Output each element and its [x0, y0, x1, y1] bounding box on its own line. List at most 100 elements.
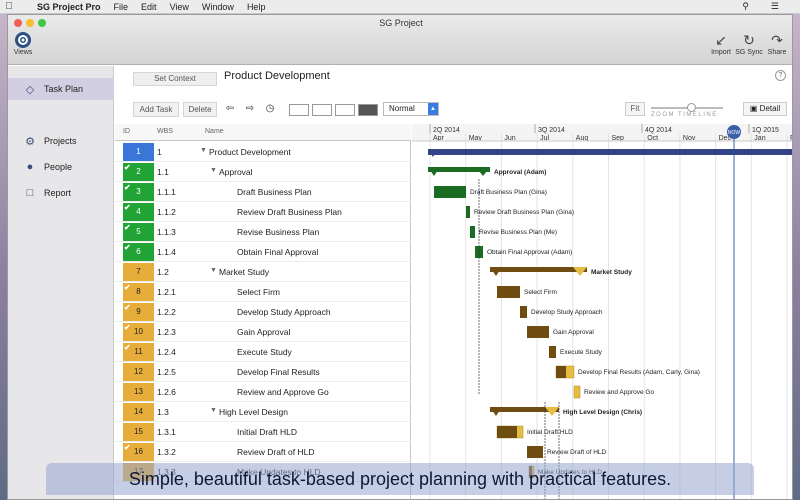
task-name[interactable]: Execute Study: [237, 347, 292, 357]
task-id-cell[interactable]: ✔ 3: [123, 183, 154, 201]
task-id-cell[interactable]: 1: [123, 143, 154, 161]
menu-app-name[interactable]: SG Project Pro: [37, 2, 101, 12]
task-id-cell[interactable]: ✔ 2: [123, 163, 154, 181]
checkmark-icon: ✔: [124, 323, 131, 332]
task-name[interactable]: Revise Business Plan: [237, 227, 319, 237]
disclosure-triangle-icon[interactable]: ▼: [210, 407, 217, 414]
column-wbs[interactable]: WBS: [157, 128, 173, 135]
task-bar: [573, 385, 581, 399]
sidebar-item-task-plan[interactable]: ◇ Task Plan: [8, 78, 114, 100]
task-id-cell[interactable]: 13: [123, 383, 154, 401]
disclosure-triangle-icon[interactable]: ▼: [210, 267, 217, 274]
task-name[interactable]: Review Draft Business Plan: [237, 207, 342, 217]
clock-icon[interactable]: ◷: [264, 102, 276, 117]
task-id-cell[interactable]: ✔ 4: [123, 203, 154, 221]
gantt-timeline[interactable]: 2Q 2014 3Q 2014 4Q 2014 1Q 2015Apr May Jun Jul…: [412, 124, 793, 500]
column-name[interactable]: Name: [205, 128, 224, 135]
add-task-button[interactable]: Add Task: [133, 102, 179, 117]
task-name[interactable]: Develop Final Results: [237, 367, 320, 377]
sidebar-item-people[interactable]: ● People: [8, 156, 114, 178]
table-row[interactable]: 1 1 ▼ Product Development: [115, 142, 411, 162]
outdent-arrow-icon[interactable]: ⇦: [223, 102, 237, 117]
task-id-cell[interactable]: ✔ 11: [123, 343, 154, 361]
view-select[interactable]: Normal ▲: [383, 102, 439, 116]
task-id-cell[interactable]: ✔ 8: [123, 283, 154, 301]
table-row[interactable]: 13 1.2.6 Review and Approve Go: [115, 382, 411, 402]
task-name[interactable]: Review Draft of HLD: [237, 447, 314, 457]
task-id: 5: [136, 227, 141, 236]
table-row[interactable]: ✔ 16 1.3.2 Review Draft of HLD: [115, 442, 411, 462]
bar-label: Develop Final Results (Adam, Carly, Gina…: [578, 369, 700, 376]
task-name[interactable]: Draft Business Plan: [237, 187, 312, 197]
view-mode-1-button[interactable]: [289, 104, 309, 116]
task-name[interactable]: Approval: [219, 167, 253, 177]
task-progress-bar: [520, 306, 527, 318]
table-row[interactable]: ✔ 11 1.2.4 Execute Study: [115, 342, 411, 362]
task-id-cell[interactable]: 14: [123, 403, 154, 421]
task-id-cell[interactable]: 12: [123, 363, 154, 381]
table-row[interactable]: ✔ 8 1.2.1 Select Firm: [115, 282, 411, 302]
table-row[interactable]: ✔ 5 1.1.3 Revise Business Plan: [115, 222, 411, 242]
detail-label: Detail: [759, 104, 781, 113]
task-id-cell[interactable]: 15: [123, 423, 154, 441]
task-name[interactable]: Develop Study Approach: [237, 307, 331, 317]
sync-label: SG Sync: [735, 49, 763, 56]
help-button[interactable]: ?: [775, 70, 786, 81]
task-name[interactable]: Gain Approval: [237, 327, 290, 337]
view-mode-gantt-button[interactable]: [358, 104, 378, 116]
task-id-cell[interactable]: ✔ 16: [123, 443, 154, 461]
column-id[interactable]: ID: [123, 128, 130, 135]
table-row[interactable]: ✔ 2 1.1 ▼ Approval: [115, 162, 411, 182]
sidebar-item-report[interactable]: □ Report: [8, 182, 114, 204]
view-mode-3-button[interactable]: [335, 104, 355, 116]
task-name[interactable]: Initial Draft HLD: [237, 427, 297, 437]
table-row[interactable]: ✔ 10 1.2.3 Gain Approval: [115, 322, 411, 342]
zoom-slider-handle[interactable]: [687, 103, 696, 112]
sidebar: ◇ Task Plan ⚙ Projects ● People □ Report: [8, 66, 114, 499]
views-button[interactable]: Views: [8, 31, 40, 56]
set-context-button[interactable]: Set Context: [133, 72, 217, 86]
task-name[interactable]: Review and Approve Go: [237, 387, 329, 397]
menu-help[interactable]: Help: [247, 2, 266, 12]
task-name[interactable]: Obtain Final Approval: [237, 247, 318, 257]
sidebar-item-label: People: [44, 162, 73, 172]
table-row[interactable]: ✔ 4 1.1.2 Review Draft Business Plan: [115, 202, 411, 222]
detail-button[interactable]: ▣ Detail: [743, 102, 787, 116]
view-mode-2-button[interactable]: [312, 104, 332, 116]
menu-view[interactable]: View: [170, 2, 189, 12]
table-row[interactable]: 15 1.3.1 Initial Draft HLD: [115, 422, 411, 442]
menu-window[interactable]: Window: [202, 2, 234, 12]
apple-icon[interactable]: : [0, 1, 18, 12]
task-name[interactable]: Select Firm: [237, 287, 280, 297]
disclosure-triangle-icon[interactable]: ▼: [200, 147, 207, 154]
table-row[interactable]: ✔ 9 1.2.2 Develop Study Approach: [115, 302, 411, 322]
task-id-cell[interactable]: ✔ 5: [123, 223, 154, 241]
sidebar-item-projects[interactable]: ⚙ Projects: [8, 130, 114, 152]
delete-button[interactable]: Delete: [183, 102, 217, 117]
menu-file[interactable]: File: [114, 2, 129, 12]
search-icon[interactable]: ⚲: [742, 1, 749, 12]
task-id-cell[interactable]: ✔ 6: [123, 243, 154, 261]
disclosure-triangle-icon[interactable]: ▼: [210, 167, 217, 174]
chevron-updown-icon: ▲: [428, 103, 438, 115]
task-id-cell[interactable]: ✔ 9: [123, 303, 154, 321]
task-name[interactable]: Product Development: [209, 147, 291, 157]
indent-arrow-icon[interactable]: ⇨: [243, 102, 257, 117]
task-name[interactable]: Market Study: [219, 267, 269, 277]
share-button[interactable]: ↷ Share: [760, 31, 792, 56]
table-row[interactable]: 7 1.2 ▼ Market Study: [115, 262, 411, 282]
task-id-cell[interactable]: 7: [123, 263, 154, 281]
task-name[interactable]: High Level Design: [219, 407, 288, 417]
task-wbs: 1.2.5: [157, 367, 176, 377]
task-id-cell[interactable]: ✔ 10: [123, 323, 154, 341]
table-row[interactable]: 14 1.3 ▼ High Level Design: [115, 402, 411, 422]
table-row[interactable]: ✔ 3 1.1.1 Draft Business Plan: [115, 182, 411, 202]
bar-label: Obtain Final Approval (Adam): [487, 249, 572, 256]
list-icon[interactable]: ☰: [771, 1, 779, 12]
table-row[interactable]: ✔ 6 1.1.4 Obtain Final Approval: [115, 242, 411, 262]
bar-label: Select Firm: [524, 289, 557, 296]
fit-button[interactable]: Fit: [625, 102, 645, 116]
task-progress-bar: [466, 206, 470, 218]
menu-edit[interactable]: Edit: [141, 2, 157, 12]
table-row[interactable]: 12 1.2.5 Develop Final Results: [115, 362, 411, 382]
